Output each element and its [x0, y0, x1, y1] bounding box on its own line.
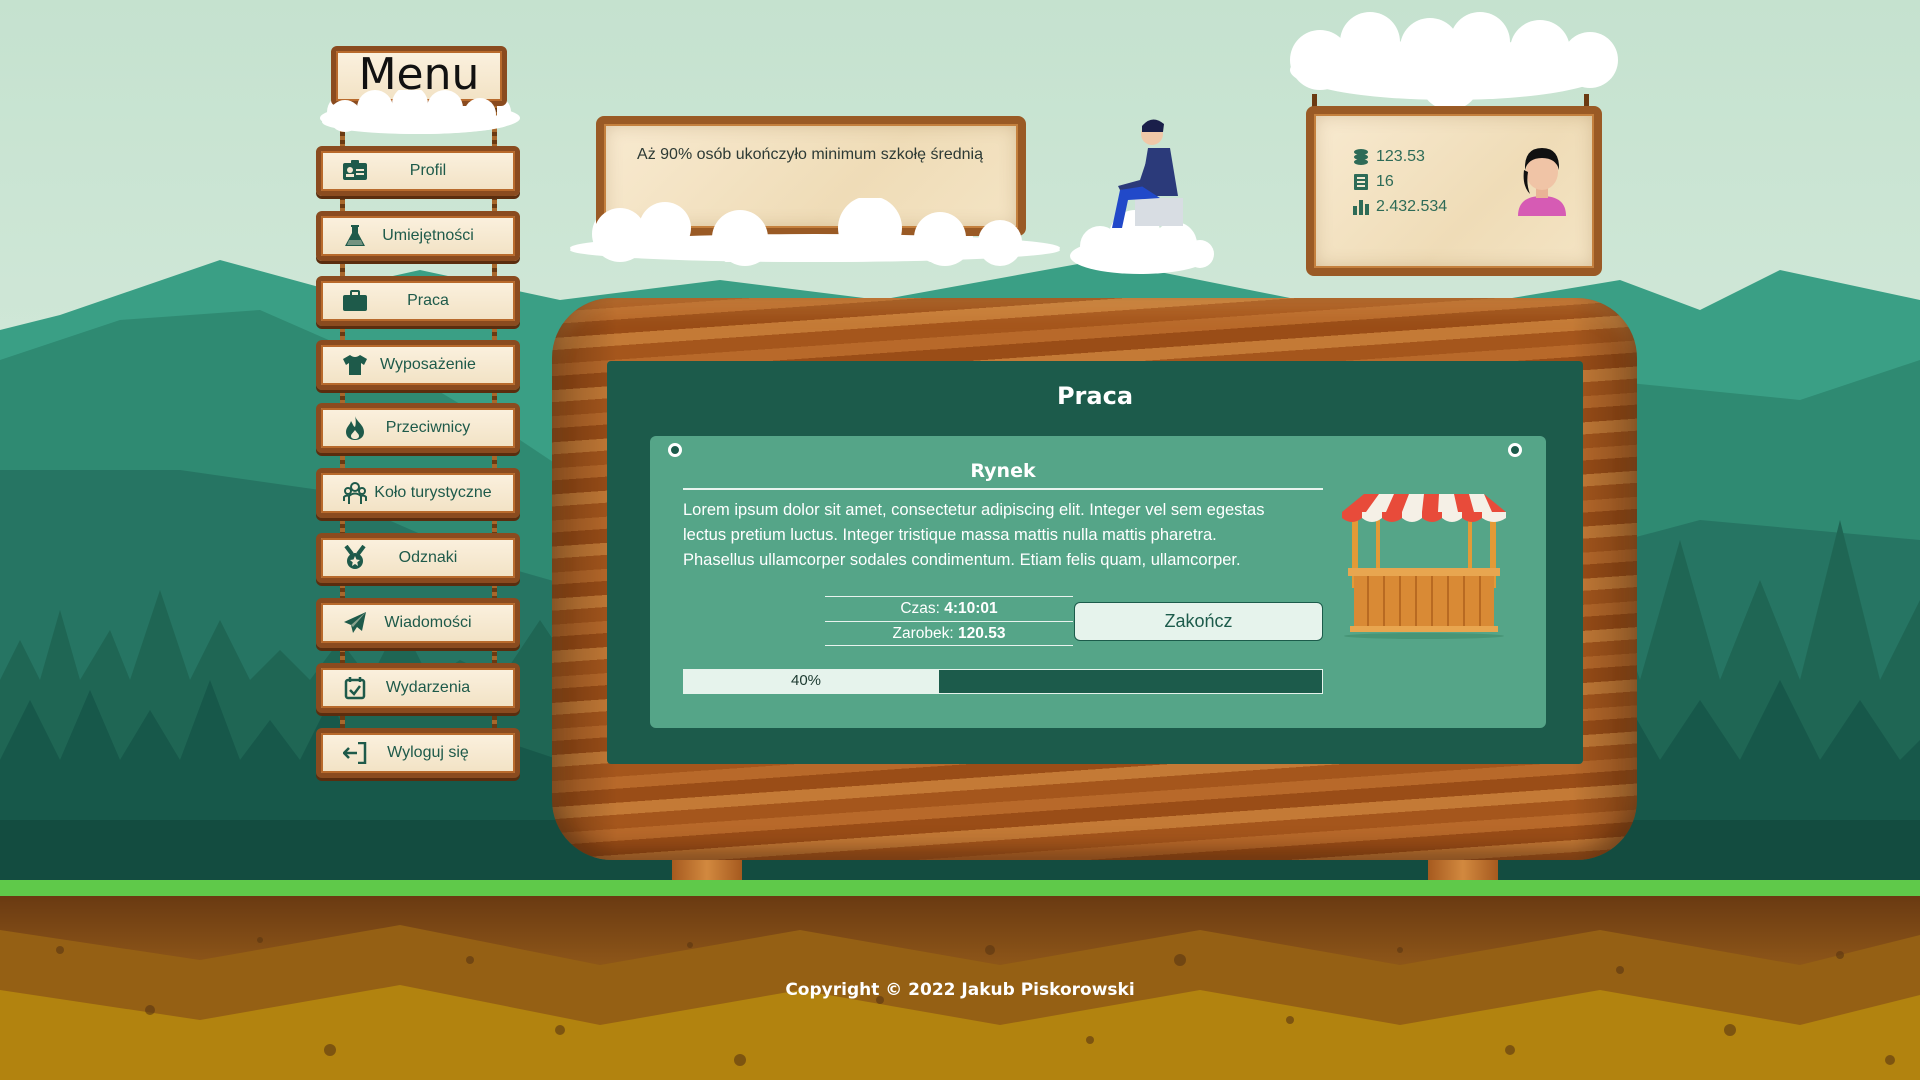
board-leg-right — [1428, 858, 1498, 880]
sidebar-item-label: Koło turystyczne — [374, 484, 492, 501]
job-progress-bar: 40% — [683, 669, 1323, 694]
stats-panel: 123.53 16 2.432.534 — [1352, 144, 1447, 219]
people-group-icon — [341, 479, 369, 507]
avatar[interactable] — [1512, 144, 1572, 216]
menu-cloud — [322, 90, 512, 134]
sidebar-item-label: Wyloguj się — [387, 744, 469, 761]
sidebar-item-wiadomosci[interactable]: Wiadomości — [316, 598, 520, 648]
briefcase-icon — [341, 287, 369, 315]
job-earnings: Zarobek: 120.53 — [825, 621, 1073, 646]
pin-left — [668, 443, 682, 457]
sidebar-item-label: Wyposażenie — [380, 356, 476, 373]
bar-chart-icon — [1352, 196, 1376, 218]
sidebar-item-label: Praca — [407, 292, 449, 309]
fire-icon — [341, 414, 369, 442]
sidebar-item-profil[interactable]: Profil — [316, 146, 520, 196]
flask-icon — [341, 222, 369, 250]
copyright: Copyright © 2022 Jakub Piskorowski — [785, 980, 1135, 1000]
sidebar-item-label: Wiadomości — [384, 614, 472, 631]
id-card-icon — [341, 157, 369, 185]
job-meta: Czas: 4:10:01 Zarobek: 120.53 — [825, 596, 1073, 646]
job-description: Lorem ipsum dolor sit amet, consectetur … — [683, 501, 1265, 569]
medal-icon — [341, 544, 369, 572]
paper-plane-icon — [341, 609, 369, 637]
shirt-icon — [341, 351, 369, 379]
tip-cloud — [570, 198, 1060, 262]
board-leg-left — [672, 858, 742, 880]
finish-button[interactable]: Zakończ — [1074, 602, 1323, 641]
sidebar-item-label: Przeciwnicy — [385, 419, 471, 436]
sidebar-item-wydarzenia[interactable]: Wydarzenia — [316, 663, 520, 713]
tip-text: Aż 90% osób ukończyło minimum szkołę śre… — [637, 146, 983, 163]
sidebar-item-przeciwnicy[interactable]: Przeciwnicy — [316, 403, 520, 453]
job-title: Rynek — [683, 460, 1323, 490]
sidebar-item-label: Profil — [409, 162, 447, 179]
sidebar-item-kolo-turystyczne[interactable]: Koło turystyczne — [316, 468, 520, 518]
sidebar-item-umiejetnosci[interactable]: Umiejętności — [316, 211, 520, 261]
stat-money: 123.53 — [1352, 144, 1447, 169]
job-time: Czas: 4:10:01 — [825, 596, 1073, 621]
stat-rank: 2.432.534 — [1352, 194, 1447, 219]
book-icon — [1352, 171, 1376, 193]
sidebar-item-wyloguj[interactable]: Wyloguj się — [316, 728, 520, 778]
calendar-check-icon — [341, 674, 369, 702]
page-title: Praca — [1056, 382, 1134, 410]
pin-right — [1508, 443, 1522, 457]
sidebar-item-praca[interactable]: Praca — [316, 276, 520, 326]
coins-icon — [1352, 146, 1376, 168]
logout-icon — [341, 739, 369, 767]
market-stall-icon — [1342, 494, 1506, 639]
sidebar-item-odznaki[interactable]: Odznaki — [316, 533, 520, 583]
sidebar-item-label: Umiejętności — [382, 227, 474, 244]
sidebar-item-wyposazenie[interactable]: Wyposażenie — [316, 340, 520, 390]
stat-level: 16 — [1352, 169, 1447, 194]
progress-text: 40% — [790, 672, 822, 689]
sidebar-item-label: Wydarzenia — [385, 679, 471, 696]
sidebar-item-label: Odznaki — [398, 549, 458, 566]
